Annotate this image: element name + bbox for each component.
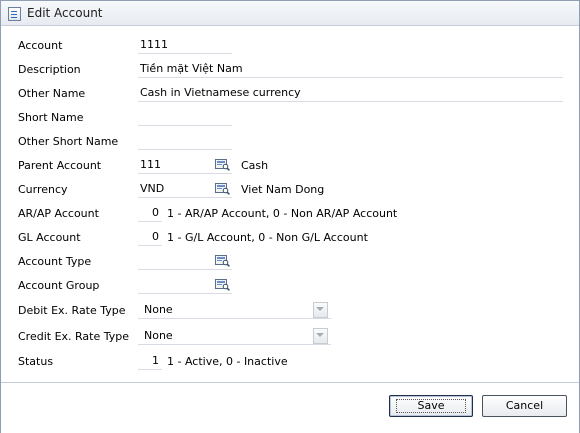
ar-ap-account-label: AR/AP Account xyxy=(18,207,99,220)
chevron-down-icon[interactable] xyxy=(313,302,328,318)
account-label: Account xyxy=(18,39,63,52)
status-input[interactable]: 1 xyxy=(138,353,162,370)
dialog-title: Edit Account xyxy=(27,6,103,20)
account-group-label: Account Group xyxy=(18,279,100,292)
currency-label: Currency xyxy=(18,183,68,196)
title-bar: Edit Account xyxy=(1,1,579,26)
chevron-down-icon[interactable] xyxy=(313,328,328,344)
gl-account-label: GL Account xyxy=(18,231,81,244)
lookup-icon[interactable] xyxy=(215,158,230,171)
parent-account-label: Parent Account xyxy=(18,159,102,172)
ar-ap-account-hint: 1 - AR/AP Account, 0 - Non AR/AP Account xyxy=(167,207,398,220)
gl-account-input[interactable]: 0 xyxy=(138,229,162,246)
dialog-footer: Save Cancel xyxy=(1,382,579,433)
edit-account-dialog: Edit Account Account 1111 Description Ti… xyxy=(0,0,580,433)
lookup-icon[interactable] xyxy=(215,254,230,267)
account-type-label: Account Type xyxy=(18,255,92,268)
description-input[interactable]: Tiền mặt Việt Nam xyxy=(138,61,563,78)
status-hint: 1 - Active, 0 - Inactive xyxy=(167,355,288,368)
short-name-label: Short Name xyxy=(18,111,84,124)
lookup-icon[interactable] xyxy=(215,278,230,291)
debit-rate-type-label: Debit Ex. Rate Type xyxy=(18,304,126,317)
other-name-input[interactable]: Cash in Vietnamese currency xyxy=(138,85,563,102)
save-button-label: Save xyxy=(417,399,445,412)
credit-rate-type-value: None xyxy=(144,329,173,342)
credit-rate-type-select[interactable]: None xyxy=(138,327,331,345)
debit-rate-type-select[interactable]: None xyxy=(138,301,331,319)
parent-account-name: Cash xyxy=(241,159,269,172)
cancel-button[interactable]: Cancel xyxy=(482,395,567,417)
description-label: Description xyxy=(18,63,81,76)
currency-name: Viet Nam Dong xyxy=(241,183,325,196)
form-icon xyxy=(8,7,21,21)
short-name-input[interactable] xyxy=(138,109,232,126)
credit-rate-type-label: Credit Ex. Rate Type xyxy=(18,330,130,343)
cancel-button-label: Cancel xyxy=(505,399,544,412)
gl-account-hint: 1 - G/L Account, 0 - Non G/L Account xyxy=(167,231,368,244)
debit-rate-type-value: None xyxy=(144,303,173,316)
status-label: Status xyxy=(18,355,54,368)
ar-ap-account-input[interactable]: 0 xyxy=(138,205,162,222)
save-button[interactable]: Save xyxy=(389,395,473,417)
account-input[interactable]: 1111 xyxy=(138,37,232,54)
other-name-label: Other Name xyxy=(18,87,86,100)
other-short-name-input[interactable] xyxy=(138,133,232,150)
lookup-icon[interactable] xyxy=(215,182,230,195)
other-short-name-label: Other Short Name xyxy=(18,135,119,148)
